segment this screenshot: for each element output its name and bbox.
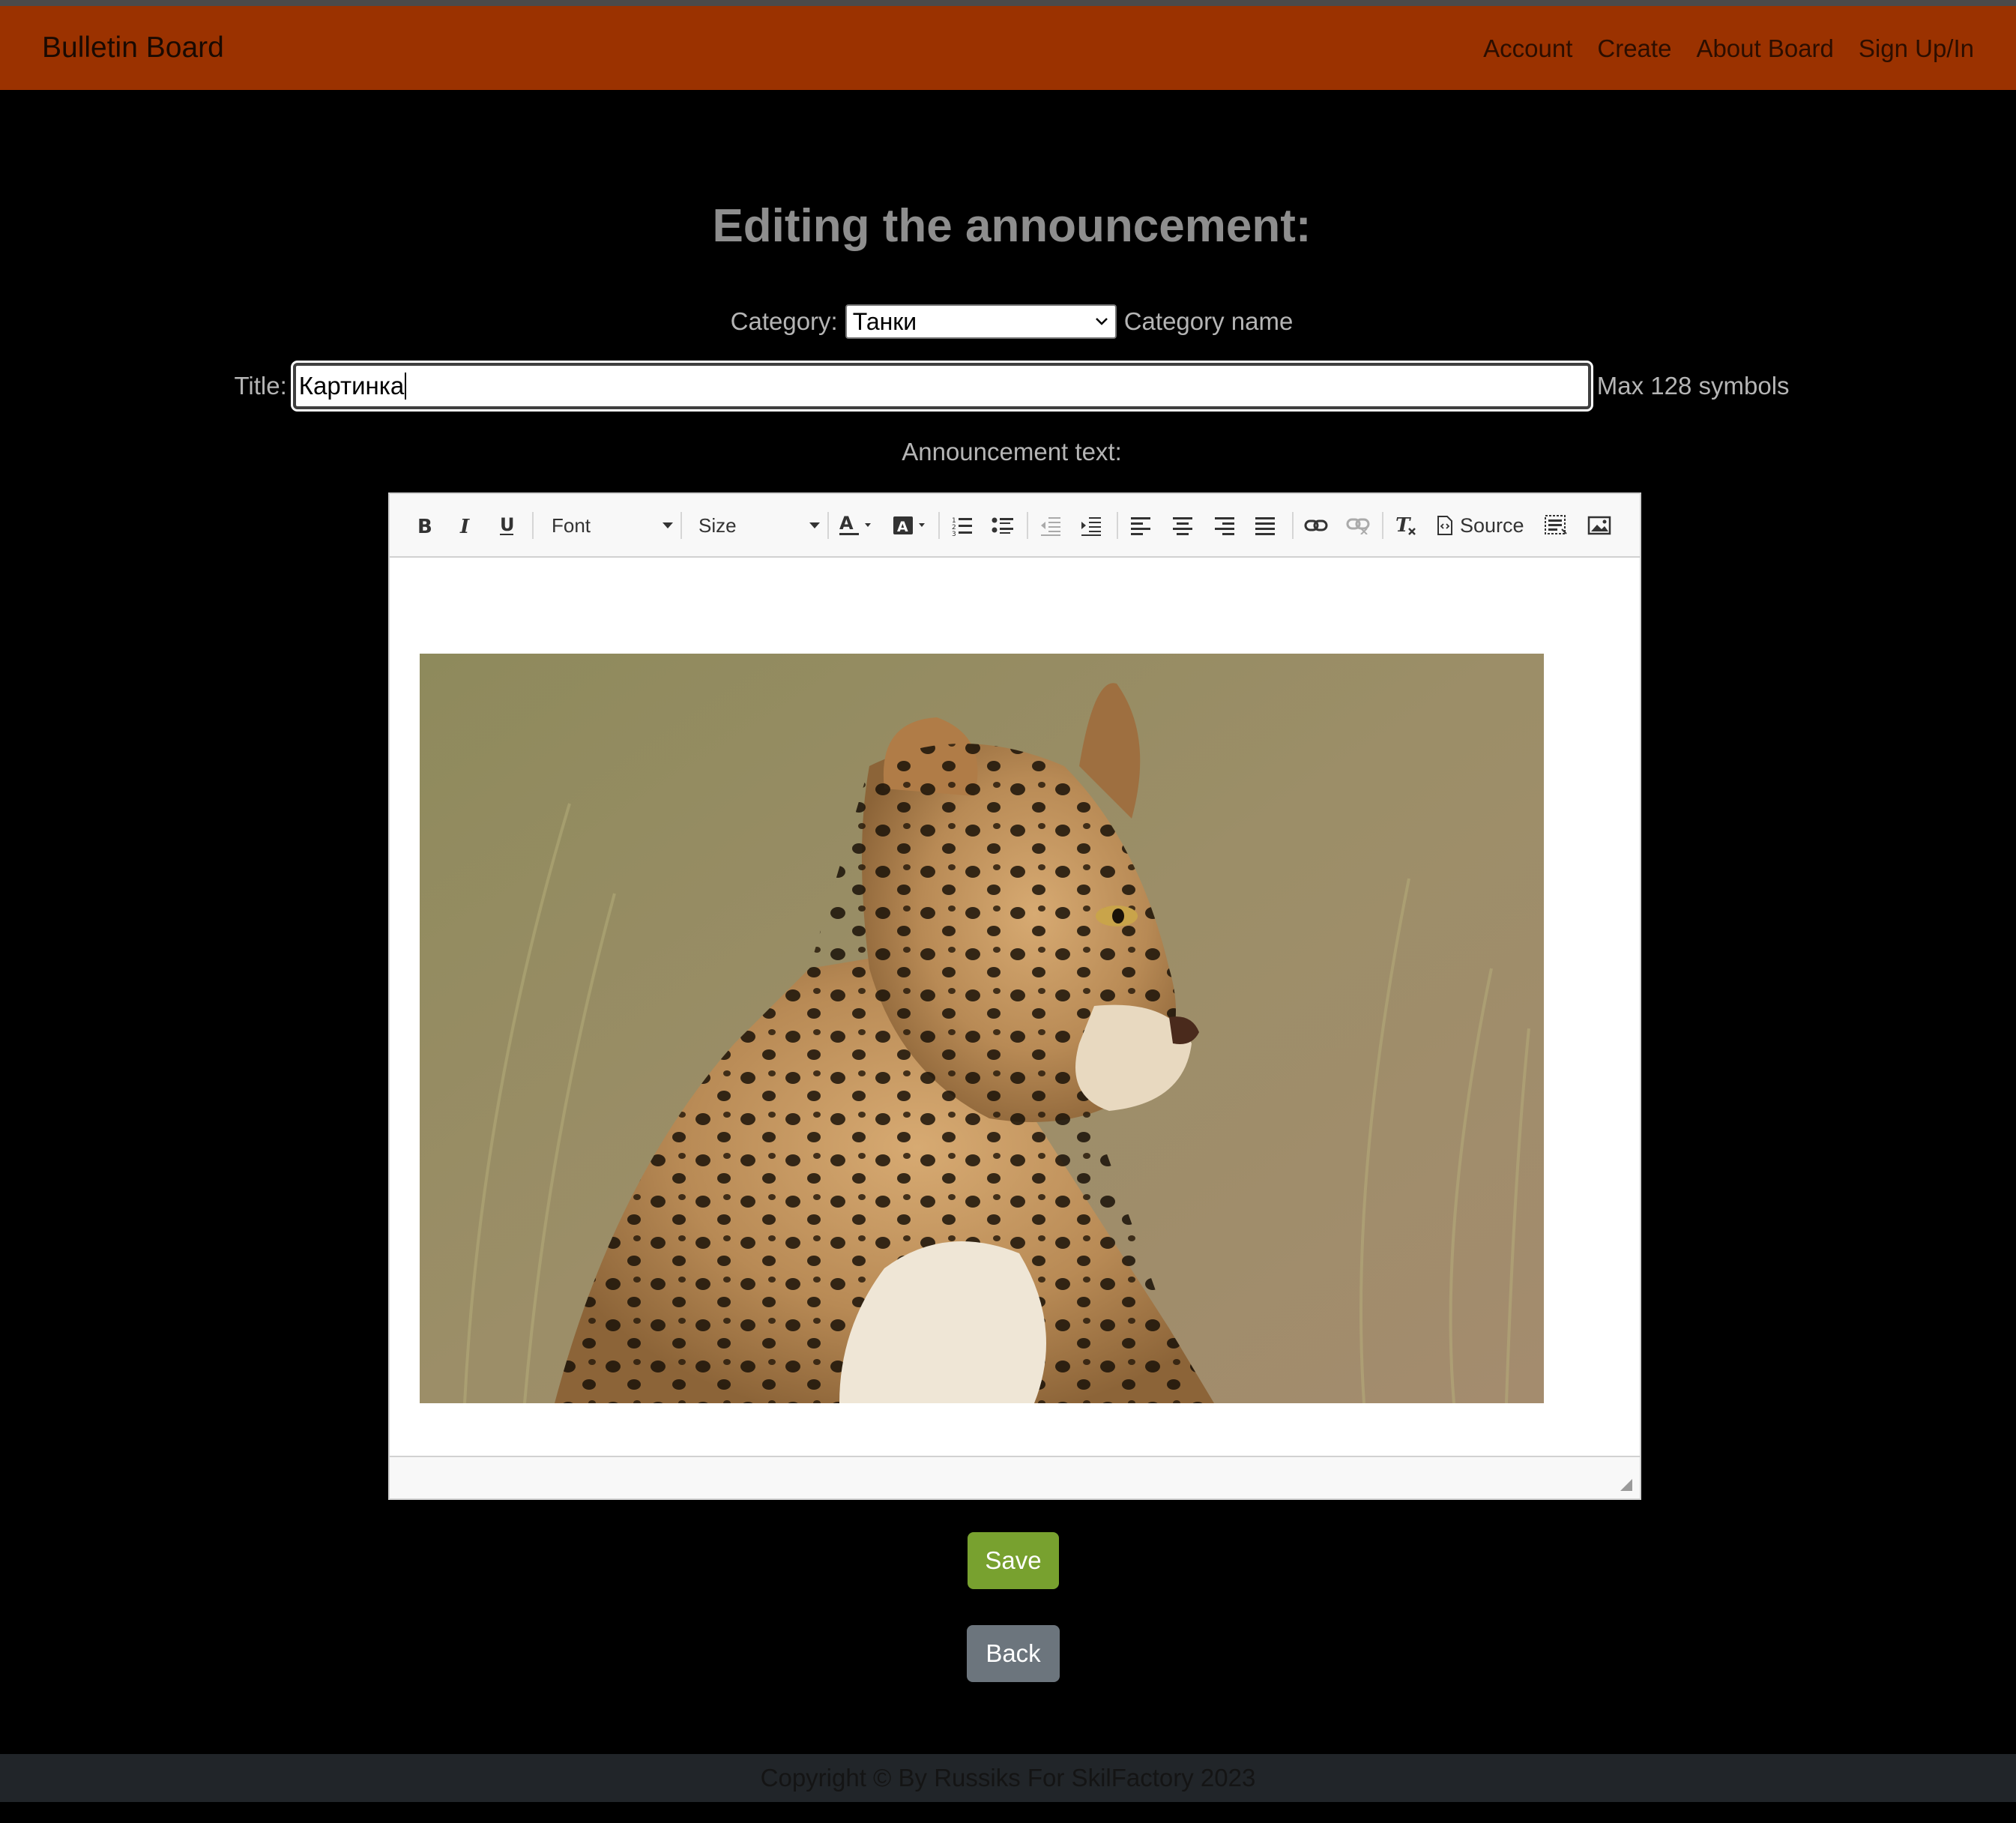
- bold-icon[interactable]: B: [409, 509, 439, 542]
- title-input-value: Картинка: [298, 372, 405, 400]
- announcement-text-label: Announcement text:: [902, 438, 1122, 465]
- leopard-photo: [420, 654, 1544, 1403]
- browser-top-strip: [0, 0, 2016, 6]
- background-color-icon[interactable]: A: [890, 509, 932, 542]
- size-combo[interactable]: Size: [686, 507, 824, 543]
- unlink-icon[interactable]: [1342, 509, 1374, 542]
- toolbar-separator: [680, 512, 682, 539]
- combo-arrow-icon: [809, 522, 820, 528]
- toolbar-separator: [1027, 512, 1028, 539]
- editor-toolbar: B I U Font Size A A 1 2 3 T Source: [390, 494, 1640, 558]
- font-combo-label: Font: [552, 513, 591, 537]
- category-select[interactable]: Танки: [845, 304, 1117, 339]
- title-input[interactable]: Картинка: [290, 361, 1593, 412]
- nav-link-sign-up-in[interactable]: Sign Up/In: [1859, 34, 1974, 64]
- editor-content-area[interactable]: [390, 559, 1640, 1448]
- toolbar-separator: [532, 512, 534, 539]
- svg-text:I: I: [459, 516, 470, 536]
- svg-text:B: B: [417, 516, 432, 536]
- svg-text:3: 3: [952, 531, 956, 537]
- editor-status-bar: [390, 1456, 1640, 1498]
- svg-text:A: A: [839, 513, 854, 534]
- category-select-value: Танки: [852, 307, 917, 335]
- font-combo[interactable]: Font: [540, 507, 677, 543]
- bulleted-list-icon[interactable]: [986, 509, 1019, 542]
- title-hint: Max 128 symbols: [1596, 372, 1790, 400]
- rich-text-editor: B I U Font Size A A 1 2 3 T Source: [388, 492, 1641, 1500]
- source-icon: [1437, 516, 1452, 535]
- navbar: Bulletin Board Account Create About Boar…: [0, 6, 2016, 90]
- title-row: Title: Картинка Max 128 symbols: [0, 361, 2016, 412]
- show-blocks-icon[interactable]: [1539, 509, 1572, 542]
- italic-icon[interactable]: I: [451, 509, 481, 542]
- text-caret: [405, 373, 407, 400]
- category-hint: Category name: [1123, 307, 1294, 335]
- brand-link[interactable]: Bulletin Board: [42, 31, 224, 65]
- category-label: Category:: [730, 307, 838, 335]
- source-button[interactable]: Source: [1436, 509, 1526, 542]
- toolbar-separator: [938, 512, 940, 539]
- copyright-text: Copyright © By Russiks For SkilFactory 2…: [760, 1764, 1256, 1792]
- resize-handle-icon[interactable]: [1619, 1477, 1634, 1492]
- justify-icon[interactable]: [1249, 509, 1282, 542]
- increase-indent-icon[interactable]: [1075, 509, 1108, 542]
- image-icon[interactable]: [1583, 509, 1616, 542]
- toolbar-separator: [1382, 512, 1383, 539]
- align-left-icon[interactable]: [1124, 509, 1157, 542]
- text-color-icon[interactable]: A: [836, 509, 878, 542]
- numbered-list-icon[interactable]: 123: [946, 509, 979, 542]
- page-title: Editing the announcement:: [712, 200, 1312, 252]
- nav-link-about-board[interactable]: About Board: [1696, 34, 1833, 64]
- nav-links: Account Create About Board Sign Up/In: [1483, 34, 1974, 64]
- toolbar-separator: [1292, 512, 1294, 539]
- combo-arrow-icon: [663, 522, 673, 528]
- align-center-icon[interactable]: [1166, 509, 1199, 542]
- decrease-indent-icon[interactable]: [1034, 509, 1067, 542]
- back-button[interactable]: Back: [967, 1625, 1060, 1682]
- svg-text:U: U: [500, 514, 515, 535]
- footer: Copyright © By Russiks For SkilFactory 2…: [0, 1754, 2016, 1802]
- svg-text:A: A: [897, 519, 908, 535]
- nav-link-create[interactable]: Create: [1597, 34, 1671, 64]
- nav-link-account[interactable]: Account: [1483, 34, 1572, 64]
- align-right-icon[interactable]: [1208, 509, 1241, 542]
- link-icon[interactable]: [1300, 509, 1333, 542]
- save-button[interactable]: Save: [968, 1532, 1059, 1589]
- underline-icon[interactable]: U: [492, 509, 522, 542]
- source-label: Source: [1460, 513, 1524, 537]
- toolbar-separator: [827, 512, 829, 539]
- title-label: Title:: [234, 372, 287, 400]
- category-row: Category: Танки Category name: [0, 304, 2016, 339]
- toolbar-separator: [1117, 512, 1118, 539]
- remove-format-icon[interactable]: T: [1389, 509, 1422, 542]
- size-combo-label: Size: [698, 513, 737, 537]
- chevron-down-icon: [1095, 318, 1108, 325]
